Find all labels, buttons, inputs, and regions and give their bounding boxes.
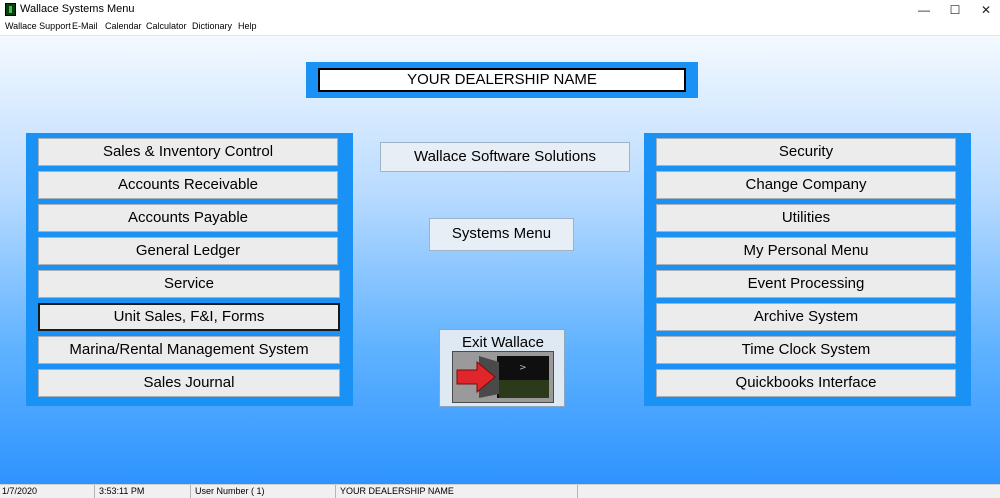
menu-calculator[interactable]: Calculator <box>146 21 187 31</box>
status-divider <box>577 485 578 498</box>
accounts-payable-button[interactable]: Accounts Payable <box>38 204 338 232</box>
accounts-receivable-button[interactable]: Accounts Receivable <box>38 171 338 199</box>
quickbooks-interface-button[interactable]: Quickbooks Interface <box>656 369 956 397</box>
sales-inventory-control-button[interactable]: Sales & Inventory Control <box>38 138 338 166</box>
app-icon <box>5 3 16 16</box>
right-button-panel: Security Change Company Utilities My Per… <box>644 133 971 406</box>
marina-rental-management-button[interactable]: Marina/Rental Management System <box>38 336 340 364</box>
status-divider <box>94 485 95 498</box>
event-processing-button[interactable]: Event Processing <box>656 270 956 298</box>
security-button[interactable]: Security <box>656 138 956 166</box>
left-button-panel: Sales & Inventory Control Accounts Recei… <box>26 133 353 406</box>
status-time: 3:53:11 PM <box>99 486 145 496</box>
minimize-button[interactable]: — <box>909 0 939 20</box>
change-company-button[interactable]: Change Company <box>656 171 956 199</box>
exit-panel: Exit Wallace > <box>439 329 565 407</box>
general-ledger-button[interactable]: General Ledger <box>38 237 338 265</box>
main-area: YOUR DEALERSHIP NAME Sales & Inventory C… <box>0 36 1000 484</box>
status-user: User Number ( 1) <box>195 486 265 496</box>
my-personal-menu-button[interactable]: My Personal Menu <box>656 237 956 265</box>
unit-sales-fi-forms-button[interactable]: Unit Sales, F&I, Forms <box>38 303 340 331</box>
title-bar: Wallace Systems Menu — ☐ ✕ <box>0 0 1000 20</box>
close-button[interactable]: ✕ <box>971 0 1000 20</box>
maximize-button[interactable]: ☐ <box>940 0 970 20</box>
status-dealership: YOUR DEALERSHIP NAME <box>340 486 454 496</box>
company-label: Wallace Software Solutions <box>380 142 630 172</box>
menu-email[interactable]: E-Mail <box>72 21 98 31</box>
systems-menu-label: Systems Menu <box>429 218 574 251</box>
exit-wallace-button[interactable]: > <box>452 351 554 403</box>
exit-wallace-label: Exit Wallace <box>462 334 544 351</box>
time-clock-system-button[interactable]: Time Clock System <box>656 336 956 364</box>
menu-help[interactable]: Help <box>238 21 257 31</box>
svg-text:>: > <box>519 363 527 373</box>
exit-door-icon: > <box>456 356 549 398</box>
menu-wallace-support[interactable]: Wallace Support <box>5 21 71 31</box>
dealership-name: YOUR DEALERSHIP NAME <box>318 68 686 92</box>
sales-journal-button[interactable]: Sales Journal <box>38 369 340 397</box>
service-button[interactable]: Service <box>38 270 340 298</box>
menu-calendar[interactable]: Calendar <box>105 21 142 31</box>
menu-dictionary[interactable]: Dictionary <box>192 21 232 31</box>
window-title: Wallace Systems Menu <box>20 3 135 15</box>
status-divider <box>190 485 191 498</box>
dealership-name-frame: YOUR DEALERSHIP NAME <box>306 62 698 98</box>
menu-bar: Wallace Support E-Mail Calendar Calculat… <box>0 20 1000 36</box>
utilities-button[interactable]: Utilities <box>656 204 956 232</box>
status-divider <box>335 485 336 498</box>
status-date: 1/7/2020 <box>2 486 38 496</box>
archive-system-button[interactable]: Archive System <box>656 303 956 331</box>
status-bar: 1/7/2020 3:53:11 PM User Number ( 1) YOU… <box>0 484 1000 498</box>
